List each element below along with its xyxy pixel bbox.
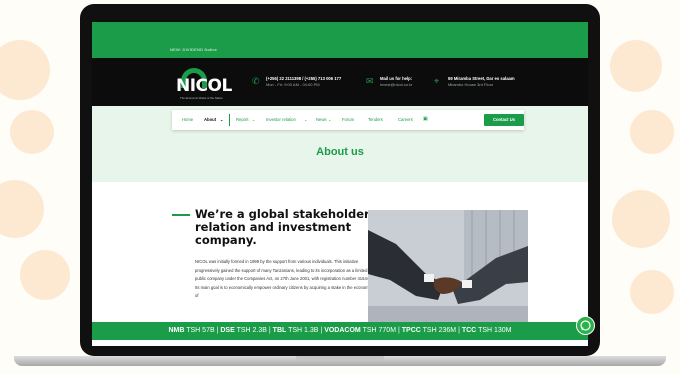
handshake-photo (368, 210, 528, 322)
ticker-value: TSH 2.3B (236, 327, 267, 334)
about-paragraph: NICOL was initially formed in 1999 by th… (195, 259, 371, 299)
logo-tagline: The Economic Model of the Nation (180, 96, 223, 100)
background-dot (630, 110, 674, 154)
whatsapp-icon (580, 320, 591, 331)
contact-us-button[interactable]: Contact Us (484, 114, 524, 126)
background-dot (0, 40, 50, 100)
address-line1: 59 Miramba Street, Dar es salaam (448, 76, 515, 81)
ticker-value: TSH 130M (478, 327, 512, 334)
nav-forum[interactable]: Forum (342, 117, 354, 122)
browser-screen: NEW: DIVIDEND Notice NICOL The Economic … (92, 22, 588, 346)
ticker-name: NMB (168, 327, 185, 334)
mail-label: Mail us for help: (380, 76, 413, 81)
document-icon[interactable]: ▣ (423, 116, 428, 122)
announcement-bar: NEW: DIVIDEND Notice (92, 22, 588, 58)
ticker-name: TBL (272, 327, 287, 334)
ticker-name: TCC (461, 327, 477, 334)
main-nav: Home About ⌄ Report ⌄ Investor relation … (172, 110, 524, 130)
nav-divider (229, 114, 230, 126)
nav-home[interactable]: Home (182, 117, 193, 122)
office-hours: Mon - Fri: 9:00 AM - 04:00 PM (266, 82, 320, 87)
chevron-down-icon: ⌄ (328, 117, 332, 122)
ticker-name: VODACOM (324, 327, 361, 334)
whatsapp-chat-button[interactable] (576, 316, 595, 335)
site-logo[interactable]: NICOL The Economic Model of the Nation (176, 68, 232, 102)
chevron-down-icon: ⌄ (220, 117, 224, 122)
background-dot (630, 270, 674, 314)
ticker-value: TSH 1.3B (288, 327, 319, 334)
nav-report[interactable]: Report (236, 117, 249, 122)
ticker-name: TPCC (401, 327, 421, 334)
nav-investor-relation[interactable]: Investor relation (266, 117, 296, 122)
laptop-notch (296, 356, 384, 361)
ticker-value: TSH 57B (186, 327, 215, 334)
announcement-link[interactable]: NEW: DIVIDEND Notice (170, 47, 217, 52)
background-dot (0, 180, 44, 238)
ticker-value: TSH 236M (422, 327, 457, 334)
background-dot (610, 40, 662, 92)
background-dot (20, 250, 70, 300)
ticker-name: DSE (220, 327, 235, 334)
logo-text: NICOL (176, 76, 232, 96)
about-heading: We’re a global stakeholder relation and … (195, 207, 370, 247)
handshake-illustration (368, 210, 528, 322)
phone-numbers: (+255) 22 2111398 / (+255) 713 006 177 (266, 76, 342, 81)
nav-careers[interactable]: Careers (398, 117, 413, 122)
nav-news[interactable]: News (316, 117, 326, 122)
stock-ticker: NMB TSH 57B | DSE TSH 2.3B | TBL TSH 1.3… (92, 322, 588, 340)
location-icon: ⌖ (434, 76, 440, 86)
nav-about[interactable]: About (204, 117, 216, 122)
heading-accent-line (172, 214, 190, 216)
chevron-down-icon: ⌄ (252, 117, 256, 122)
nav-tenders[interactable]: Tenders (368, 117, 383, 122)
mail-address[interactable]: invest@nicol.co.tz (380, 82, 412, 87)
background-dot (612, 190, 670, 248)
page-title: About us (316, 146, 364, 158)
phone-icon: ✆ (252, 76, 260, 86)
mail-icon: ✉ (366, 76, 374, 86)
background-dot (10, 110, 54, 154)
chevron-down-icon: ⌄ (304, 117, 308, 122)
address-line2: Mkambo House 3rd Floor (448, 82, 494, 87)
site-header: NICOL The Economic Model of the Nation ✆… (92, 58, 588, 106)
ticker-value: TSH 770M (362, 327, 397, 334)
